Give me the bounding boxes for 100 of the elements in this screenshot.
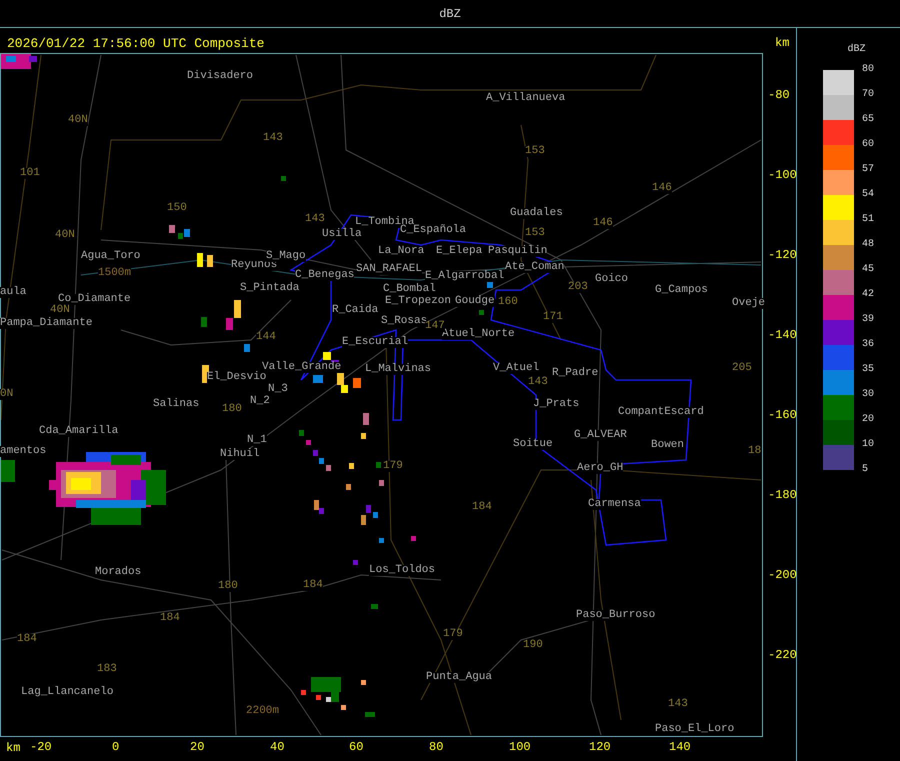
route-number: 179 — [383, 461, 403, 472]
place-label: Goudge — [455, 296, 495, 307]
place-label: S_Mago — [266, 251, 306, 262]
route-number: 179 — [443, 629, 463, 640]
place-label: Aero_GH — [577, 463, 624, 474]
legend-label: 10 — [862, 438, 874, 452]
route-number: 147 — [425, 321, 445, 332]
place-label: Guadales — [510, 208, 563, 219]
place-label: R_Caida — [332, 305, 378, 316]
x-axis-tick: 140 — [669, 741, 691, 753]
y-axis-tick: -80 — [768, 89, 790, 101]
place-label: Usilla — [322, 229, 362, 240]
place-label: G_ALVEAR — [574, 430, 627, 441]
legend-label: 42 — [862, 288, 874, 302]
place-label: Valle_Grande — [262, 362, 342, 373]
place-label: CompantEscard — [618, 407, 704, 418]
axis-unit: km — [6, 742, 20, 754]
y-axis-tick: -220 — [768, 649, 797, 661]
place-label: Pampa_Diamante — [0, 318, 92, 329]
place-label: V_Atuel — [493, 363, 540, 374]
legend-label: 35 — [862, 363, 874, 377]
window-title: dBZ — [439, 6, 461, 22]
legend-label: 60 — [862, 138, 874, 152]
y-axis-tick: -160 — [768, 409, 797, 421]
place-label: E_Escurial — [342, 337, 408, 348]
route-number: 146 — [593, 218, 613, 229]
x-axis-tick: 0 — [112, 741, 120, 753]
legend-label: 70 — [862, 88, 874, 102]
x-axis-tick: 120 — [589, 741, 611, 753]
legend-label: 65 — [862, 113, 874, 127]
place-label: Atuel_Norte — [442, 329, 515, 340]
legend-label: 54 — [862, 188, 874, 202]
place-label: N_3 — [268, 384, 288, 395]
x-axis-tick: 60 — [349, 741, 364, 753]
place-label: Nihuil — [220, 449, 260, 460]
place-label: aula — [0, 287, 26, 298]
legend-label: 51 — [862, 213, 874, 227]
place-label: Cda_Amarilla — [39, 426, 118, 437]
place-label: R_Padre — [552, 368, 598, 379]
route-number: 184 — [303, 580, 323, 591]
place-label: Paso_El_Loro — [655, 724, 734, 735]
y-axis-tick: -100 — [768, 169, 797, 181]
legend-label: 20 — [862, 413, 874, 427]
route-number: 101 — [20, 168, 40, 179]
legend-label: 80 — [862, 63, 874, 77]
legend-label: 39 — [862, 313, 874, 327]
place-label: El_Desvio — [207, 372, 266, 383]
legend-label: 48 — [862, 238, 874, 252]
route-number: 40N — [68, 115, 88, 126]
place-label: Co_Diamante — [58, 294, 131, 305]
place-label: Los_Toldos — [369, 565, 436, 576]
place-label: E_Algarrobal — [425, 271, 504, 282]
timestamp: 2026/01/22 17:56:00 UTC Composite — [7, 35, 264, 53]
x-axis-tick: -20 — [30, 741, 52, 753]
legend-label: 57 — [862, 163, 874, 177]
place-label: J_Prats — [533, 399, 580, 410]
place-label: Reyunos — [231, 260, 278, 271]
route-number: 171 — [543, 312, 563, 323]
place-label: La_Nora — [378, 246, 424, 257]
legend-label: 30 — [862, 388, 874, 402]
route-number: 153 — [525, 146, 545, 157]
place-label: SAN_RAFAEL — [356, 264, 422, 275]
place-label: G_Campos — [655, 285, 708, 296]
place-label: N_2 — [250, 396, 270, 407]
route-number: 146 — [652, 183, 672, 194]
x-axis-tick: 40 — [270, 741, 284, 753]
place-label: N_1 — [247, 435, 267, 446]
legend-title: dBZ — [847, 42, 866, 57]
place-label: E_Tropezon — [385, 296, 452, 307]
place-label: C_Bombal — [383, 284, 436, 295]
legend-label: 36 — [862, 338, 874, 352]
axis-unit: km — [775, 35, 790, 52]
y-axis-tick: -180 — [768, 489, 797, 501]
place-label: Ate_Coman — [505, 262, 564, 273]
place-label: Carmensa — [588, 499, 641, 510]
place-label: Agua_Toro — [81, 251, 140, 262]
route-number: 203 — [568, 282, 588, 293]
route-number: 143 — [528, 377, 548, 388]
y-axis-tick: -120 — [768, 249, 797, 261]
route-number: 180 — [218, 581, 238, 592]
place-label: Pasquilin — [488, 246, 548, 257]
place-label: S_Pintada — [240, 283, 300, 294]
x-axis-tick: 20 — [190, 741, 204, 753]
x-axis-tick: 100 — [509, 741, 531, 753]
place-label: Lag_Llancanelo — [21, 687, 114, 698]
place-label: C_Española — [400, 225, 466, 236]
place-label: Paso_Burroso — [576, 610, 656, 621]
place-label: Oveje — [732, 298, 766, 309]
place-label: Soitue — [513, 439, 553, 450]
y-axis-tick: -200 — [768, 569, 797, 581]
place-label: A_Villanueva — [486, 93, 566, 104]
route-number: 0N — [0, 389, 14, 400]
place-label: S_Rosas — [381, 316, 428, 327]
place-label: L_Malvinas — [365, 364, 432, 375]
y-axis-tick: -140 — [768, 329, 797, 341]
place-label: E_Elepa — [436, 246, 482, 257]
legend-label: 5 — [862, 463, 869, 477]
place-label: Morados — [95, 567, 142, 578]
legend-label: 45 — [862, 263, 874, 277]
place-label: C_Benegas — [295, 270, 354, 281]
